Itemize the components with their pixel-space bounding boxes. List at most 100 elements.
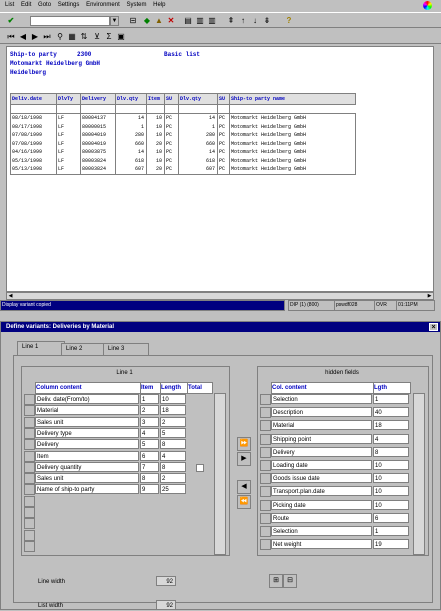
list-cell[interactable]: PC: [166, 132, 176, 138]
column-content-field[interactable]: Delivery: [35, 439, 139, 450]
list-cell[interactable]: 14: [180, 115, 215, 121]
hidden-field-length[interactable]: 4: [373, 433, 409, 444]
column-content-field[interactable]: Delivery quantity: [35, 461, 139, 472]
row-select-box[interactable]: [260, 420, 271, 432]
row-select-box[interactable]: [24, 484, 35, 496]
move-all-right-icon[interactable]: ⏩: [237, 437, 251, 451]
hidden-field-length[interactable]: 1: [373, 394, 409, 404]
list-column-header[interactable]: Deliv.date: [12, 96, 55, 102]
row-select-box[interactable]: [24, 416, 35, 428]
row-select-box[interactable]: [24, 427, 35, 439]
empty-cell[interactable]: [187, 428, 211, 438]
item-field[interactable]: 7: [140, 461, 159, 472]
list-cell[interactable]: PC: [219, 149, 227, 155]
item-field[interactable]: 9: [140, 484, 159, 495]
list-cell[interactable]: 10: [148, 132, 162, 138]
list-column-header[interactable]: SU: [219, 96, 228, 102]
filter-icon[interactable]: ⊻: [92, 32, 102, 42]
length-field[interactable]: 2: [160, 416, 186, 427]
row-select-box[interactable]: [24, 540, 35, 552]
list-cell[interactable]: 07/08/1999: [12, 141, 54, 147]
list-cell[interactable]: PC: [219, 132, 227, 138]
hidden-field-name[interactable]: Picking date: [271, 499, 372, 510]
list-cell[interactable]: 607: [117, 166, 144, 172]
column-content-field[interactable]: Deliv. date(From/to): [35, 394, 139, 404]
list-cell[interactable]: PC: [166, 166, 176, 172]
list-cell[interactable]: 618: [117, 158, 144, 164]
list-cell[interactable]: PC: [219, 141, 227, 147]
command-dropdown-icon[interactable]: ▼: [110, 16, 119, 26]
back-icon[interactable]: ◆: [142, 16, 152, 26]
list-cell[interactable]: 1: [117, 124, 144, 130]
row-select-box[interactable]: [260, 460, 271, 471]
row-select-box[interactable]: [260, 433, 271, 445]
hidden-field-length[interactable]: 18: [373, 420, 409, 431]
list-cell[interactable]: Motomarkt Heidelberg GmbH: [231, 115, 355, 121]
list-cell[interactable]: 80003824: [82, 166, 113, 172]
list-cell[interactable]: 05/13/1998: [12, 166, 54, 172]
scroll-left-icon[interactable]: ◀: [7, 293, 14, 299]
exit-icon[interactable]: ▲: [154, 16, 164, 26]
length-field[interactable]: 25: [160, 484, 186, 495]
list-cell[interactable]: PC: [219, 158, 227, 164]
enter-check-icon[interactable]: ✔: [6, 16, 16, 26]
list-cell[interactable]: PC: [219, 166, 227, 172]
list-cell[interactable]: LF: [58, 149, 78, 155]
list-cell[interactable]: Motomarkt Heidelberg GmbH: [231, 124, 355, 130]
right-table-scrollbar[interactable]: [413, 393, 425, 555]
list-cell[interactable]: LF: [58, 141, 78, 147]
find-icon[interactable]: ▥: [195, 16, 205, 26]
item-field[interactable]: 3: [140, 416, 159, 427]
list-cell[interactable]: 80000015: [82, 124, 113, 130]
row-select-box[interactable]: [24, 450, 35, 462]
hidden-field-name[interactable]: Transport.plan.date: [271, 486, 372, 497]
row-select-box[interactable]: [24, 507, 35, 518]
list-cell[interactable]: 80004019: [82, 132, 113, 138]
list-cell[interactable]: Motomarkt Heidelberg GmbH: [231, 166, 355, 172]
list-cell[interactable]: 10: [148, 124, 162, 130]
first-page-icon[interactable]: ⇞: [226, 16, 236, 26]
list-column-header[interactable]: Ship-to party name: [231, 96, 356, 102]
hidden-field-length[interactable]: 10: [373, 486, 409, 497]
list-cell[interactable]: 80003824: [82, 158, 113, 164]
length-field[interactable]: 5: [160, 427, 186, 438]
list-cell[interactable]: 05/13/1998: [12, 158, 54, 164]
menu-help[interactable]: Help: [153, 0, 165, 10]
hidden-field-name[interactable]: Loading date: [271, 460, 372, 470]
item-field[interactable]: 4: [140, 427, 159, 438]
list-column-header[interactable]: Dlv.qty: [117, 96, 145, 102]
last-item-icon[interactable]: ⏭: [42, 32, 52, 42]
hidden-field-name[interactable]: Route: [271, 512, 372, 523]
list-cell[interactable]: PC: [219, 115, 227, 121]
list-cell[interactable]: LF: [58, 124, 78, 130]
list-cell[interactable]: 280: [117, 132, 144, 138]
list-cell[interactable]: 10: [148, 158, 162, 164]
list-cell[interactable]: Motomarkt Heidelberg GmbH: [231, 141, 355, 147]
list-cell[interactable]: 10: [148, 115, 162, 121]
list-cell[interactable]: 10: [148, 149, 162, 155]
save-icon[interactable]: ⊟: [128, 16, 138, 26]
hidden-field-name[interactable]: Net weight: [271, 539, 372, 550]
column-content-field[interactable]: Sales unit: [35, 416, 139, 427]
hidden-field-name[interactable]: Description: [271, 407, 372, 418]
column-content-field[interactable]: Delivery type: [35, 427, 139, 438]
list-column-header[interactable]: Item: [148, 96, 163, 102]
cancel-icon[interactable]: ✕: [166, 16, 176, 26]
list-cell[interactable]: PC: [166, 141, 176, 147]
copy-fields-icon[interactable]: ⊞: [269, 574, 283, 588]
display-variant-icon[interactable]: ▦: [67, 32, 77, 42]
list-cell[interactable]: 80004137: [82, 115, 113, 121]
item-field[interactable]: 8: [140, 473, 159, 484]
list-cell[interactable]: 660: [117, 141, 144, 147]
menu-settings[interactable]: Settings: [58, 0, 80, 10]
list-cell[interactable]: 20: [148, 141, 162, 147]
menu-environment[interactable]: Environment: [86, 0, 120, 10]
row-select-box[interactable]: [260, 539, 271, 551]
item-field[interactable]: 5: [140, 439, 159, 450]
hidden-field-name[interactable]: Shipping point: [271, 433, 372, 444]
scroll-right-icon[interactable]: ▶: [426, 293, 433, 299]
list-cell[interactable]: LF: [58, 115, 78, 121]
row-select-box[interactable]: [260, 446, 271, 458]
sort-icon[interactable]: ⇅: [79, 32, 89, 42]
list-cell[interactable]: 14: [117, 149, 144, 155]
